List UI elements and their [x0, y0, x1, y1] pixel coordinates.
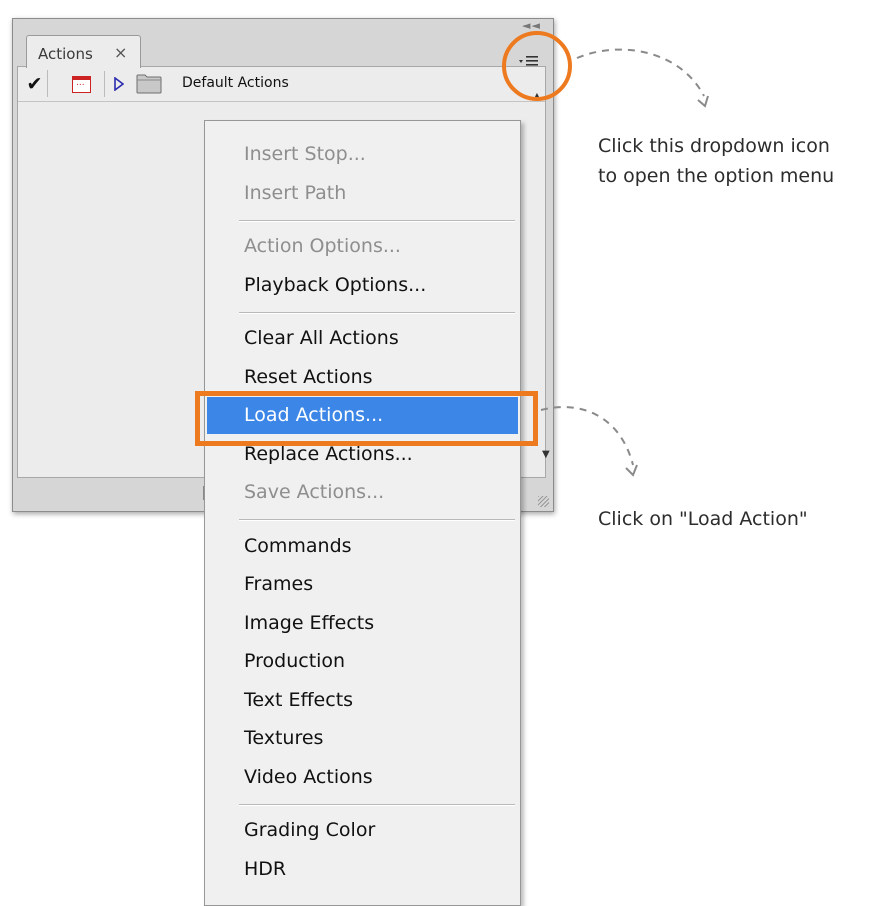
menu-item-video-actions[interactable]: Video Actions: [207, 759, 518, 796]
tab-label: Actions: [38, 45, 93, 63]
menu-separator: [239, 519, 515, 521]
toggle-dialog-icon[interactable]: [59, 71, 105, 97]
menu-item-reset-actions[interactable]: Reset Actions: [207, 359, 518, 396]
dropdown-instruction-note: Click this dropdown icon to open the opt…: [598, 131, 834, 191]
menu-separator: [239, 803, 515, 806]
menu-item-insert-path: Insert Path: [244, 181, 347, 204]
dropdown-icon-callout-ring: [502, 31, 572, 101]
tab-actions[interactable]: Actions ×: [26, 35, 141, 68]
menu-item-grading-color[interactable]: Grading Color: [207, 812, 518, 849]
menu-item-production[interactable]: Production: [207, 643, 518, 680]
dropdown-callout-arrow: [576, 48, 705, 97]
menu-item-image-effects[interactable]: Image Effects: [207, 605, 518, 642]
menu-item-text-effects[interactable]: Text Effects: [207, 682, 518, 719]
load-actions-callout-box: [195, 391, 538, 446]
folder-icon: [136, 74, 162, 94]
expand-triangle-icon[interactable]: [114, 77, 124, 91]
load-callout-arrow: [540, 406, 634, 466]
menu-item-clear-all-actions[interactable]: Clear All Actions: [207, 320, 518, 357]
action-set-label: Default Actions: [182, 75, 289, 91]
menu-item-frames[interactable]: Frames: [207, 566, 518, 603]
menu-separator: [239, 311, 515, 314]
menu-item-playback-options[interactable]: Playback Options...: [207, 267, 518, 304]
menu-item-action-options: Action Options...: [244, 235, 401, 257]
menu-item-save-actions: Save Actions...: [244, 481, 385, 503]
menu-item-commands[interactable]: Commands: [207, 528, 518, 565]
dropdown-instruction-line2: to open the option menu: [598, 165, 835, 187]
load-instruction-note: Click on "Load Action": [598, 508, 808, 530]
scroll-down-arrow-icon[interactable]: ▼: [542, 449, 550, 460]
resize-grip-icon[interactable]: [538, 496, 549, 507]
toggle-item-checkbox[interactable]: ✔: [22, 70, 48, 97]
panel-options-menu: Insert Stop... Insert Path Action Options.…: [204, 120, 521, 906]
menu-item-textures[interactable]: Textures: [207, 720, 518, 757]
action-set-row[interactable]: ✔ Default Actions ▲: [18, 67, 545, 102]
menu-item-insert-stop: Insert Stop...: [244, 143, 366, 165]
tab-close-icon[interactable]: ×: [114, 43, 127, 62]
menu-separator: [239, 219, 515, 222]
menu-item-hdr[interactable]: HDR: [207, 851, 518, 888]
dropdown-instruction-line1: Click this dropdown icon: [598, 135, 830, 157]
